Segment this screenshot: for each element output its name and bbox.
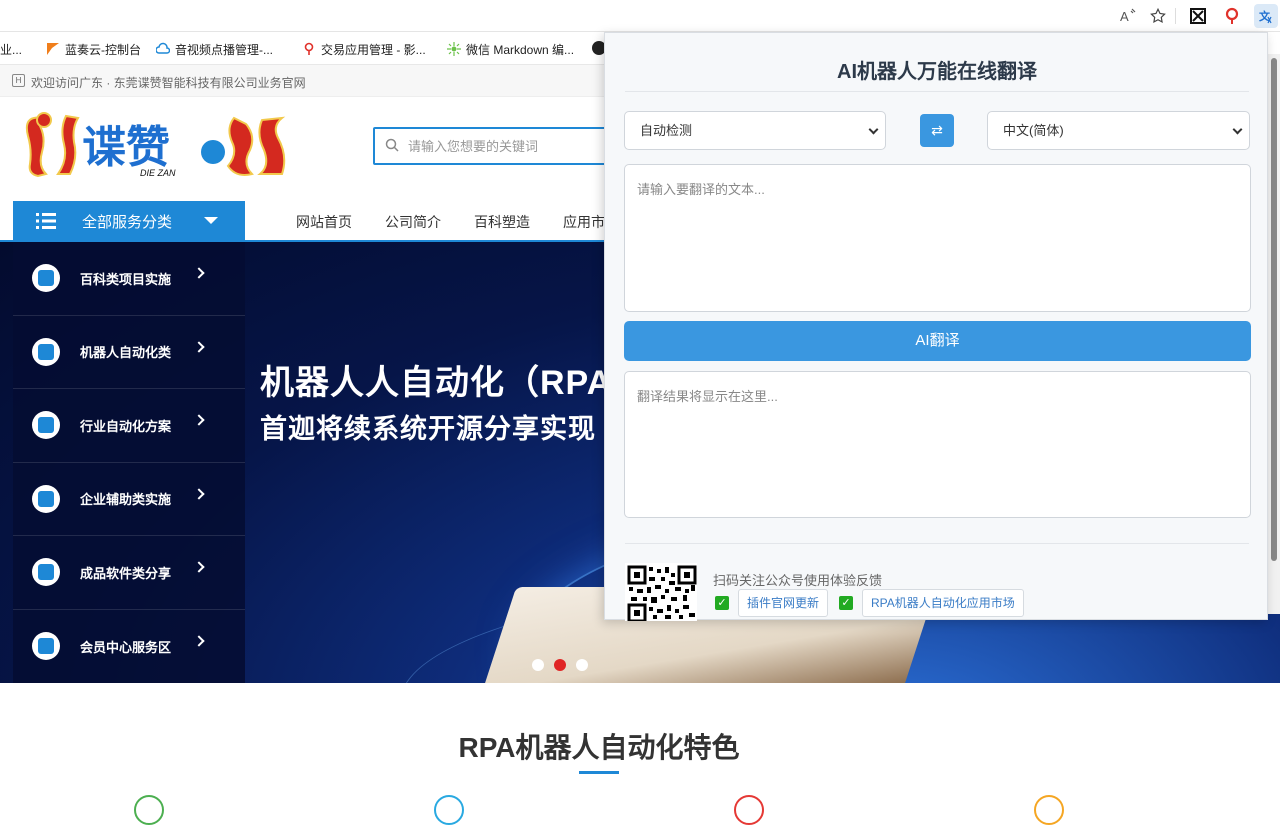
swap-icon: ⇄	[931, 122, 943, 138]
category-menu: 百科类项目实施 机器人自动化类 行业自动化方案 企业辅助类实施 成品软件类分享 …	[13, 242, 245, 683]
bookmark-item[interactable]: 音视频点播管理-...	[156, 40, 273, 58]
source-language-select[interactable]: 自动检测	[624, 111, 886, 150]
category-label: 行业自动化方案	[80, 418, 172, 434]
welcome-text: 欢迎访问广东 · 东莞谍赞智能科技有限公司业务官网	[31, 76, 306, 90]
category-label: 机器人自动化类	[80, 345, 172, 361]
source-text-input[interactable]: 请输入要翻译的文本...	[624, 164, 1251, 312]
category-item[interactable]: 成品软件类分享	[13, 536, 245, 610]
target-language-select[interactable]: 中文(简体)	[987, 111, 1250, 150]
list-icon	[36, 213, 56, 229]
follow-text: 扫码关注公众号使用体验反馈	[713, 573, 883, 588]
carousel-dot[interactable]	[576, 659, 588, 671]
extension-puzzle-icon[interactable]	[1188, 6, 1208, 26]
cloud-icon	[156, 42, 170, 54]
category-label: 会员中心服务区	[80, 639, 172, 655]
features-title: RPA机器人自动化特色	[458, 732, 740, 763]
chevron-down-icon	[1232, 124, 1243, 135]
extension-pin-icon[interactable]	[1222, 6, 1242, 26]
site-search-box	[373, 127, 613, 165]
category-label: 企业辅助类实施	[80, 492, 172, 508]
input-placeholder: 请输入要翻译的文本...	[637, 182, 765, 197]
chevron-right-icon	[193, 267, 205, 279]
chevron-right-icon	[193, 561, 205, 573]
checkbox-checked-icon[interactable]: ✓	[839, 596, 853, 610]
sparkle-icon	[447, 42, 461, 56]
building-icon	[32, 264, 60, 293]
bookmark-label: 交易应用管理 - 影...	[321, 42, 426, 57]
bookmark-label: 微信 Markdown 编...	[466, 42, 575, 57]
all-categories-label: 全部服务分类	[82, 213, 173, 231]
wechat-qr-code	[625, 563, 697, 623]
chevron-right-icon	[193, 340, 205, 353]
flag-icon	[47, 43, 59, 55]
chevron-down-icon	[868, 124, 879, 135]
nav-about[interactable]: 公司简介	[385, 212, 441, 232]
bookmark-item[interactable]: 业...	[0, 40, 22, 58]
popup-title: AI机器人万能在线翻译	[837, 61, 1037, 83]
bookmark-item[interactable]: 微信 Markdown 编...	[447, 40, 574, 58]
category-item[interactable]: 机器人自动化类	[13, 316, 245, 389]
user-card-icon	[32, 484, 60, 513]
rpa-market-link[interactable]: RPA机器人自动化应用市场	[862, 589, 1024, 617]
category-item[interactable]: 会员中心服务区	[13, 610, 245, 684]
favorite-star-icon[interactable]	[1148, 6, 1168, 26]
bookmark-item[interactable]: 交易应用管理 - 影...	[302, 40, 426, 58]
chevron-right-icon	[193, 414, 205, 426]
search-icon[interactable]	[385, 138, 399, 152]
translate-button[interactable]: AI翻译	[624, 321, 1251, 361]
swap-languages-button[interactable]: ⇄	[920, 114, 954, 147]
scrollbar-thumb[interactable]	[1271, 58, 1277, 561]
logo-text: 谍赞	[82, 123, 170, 172]
browser-toolbar: A 文	[0, 0, 1280, 32]
banner-subline: 首迦将续系统开源分享实现	[260, 414, 596, 444]
category-item[interactable]: 百科类项目实施	[13, 242, 245, 316]
carousel-dot[interactable]	[554, 659, 566, 671]
category-item[interactable]: 行业自动化方案	[13, 389, 245, 463]
banner-headline: 机器人人自动化（RPA	[260, 364, 613, 402]
features-underline	[579, 771, 619, 774]
carousel-dots	[532, 659, 588, 671]
bookmark-item[interactable]: 蓝奏云-控制台	[46, 40, 141, 58]
translation-output[interactable]: 翻译结果将显示在这里...	[624, 371, 1251, 518]
search-input[interactable]	[408, 136, 608, 156]
site-logo[interactable]: 谍赞 DIE ZAN	[20, 108, 290, 186]
grid-icon	[32, 632, 60, 661]
edit-icon	[32, 337, 60, 366]
translate-popup: AI机器人万能在线翻译 自动检测 ⇄ 中文(简体) 请输入要翻译的文本... A…	[604, 32, 1268, 623]
all-categories-button[interactable]: 全部服务分类	[13, 201, 245, 241]
source-language-value: 自动检测	[640, 123, 693, 138]
page-info-icon: H	[12, 74, 25, 87]
translate-extension-icon[interactable]: 文	[1254, 4, 1278, 28]
category-item[interactable]: 企业辅助类实施	[13, 463, 245, 536]
nav-app-market[interactable]: 应用市	[563, 212, 605, 232]
nav-home[interactable]: 网站首页	[296, 212, 352, 232]
chevron-right-icon	[193, 634, 205, 647]
document-icon	[32, 411, 60, 440]
divider	[625, 543, 1249, 544]
read-aloud-icon[interactable]: A	[1118, 6, 1138, 26]
category-label: 百科类项目实施	[80, 271, 172, 287]
checkbox-checked-icon[interactable]: ✓	[715, 596, 729, 610]
location-pin-icon	[304, 42, 314, 55]
bookmark-label: 业...	[0, 42, 23, 57]
plugin-website-link[interactable]: 插件官网更新	[738, 589, 829, 617]
caret-down-icon	[204, 217, 218, 224]
monitor-icon	[32, 558, 60, 587]
svg-text:A: A	[1120, 9, 1129, 24]
carousel-dot[interactable]	[532, 659, 544, 671]
toolbar-divider	[1175, 8, 1176, 24]
divider	[625, 91, 1249, 92]
bookmark-label: 音视频点播管理-...	[175, 42, 273, 57]
target-language-value: 中文(简体)	[1003, 123, 1064, 138]
bookmark-label: 蓝奏云-控制台	[65, 42, 141, 57]
page-scrollbar[interactable]	[1268, 54, 1280, 614]
chevron-right-icon	[193, 487, 205, 500]
logo-subtext: DIE ZAN	[140, 168, 176, 178]
output-placeholder: 翻译结果将显示在这里...	[637, 389, 778, 404]
nav-encyclopedia[interactable]: 百科塑造	[474, 212, 530, 232]
category-label: 成品软件类分享	[80, 565, 172, 581]
